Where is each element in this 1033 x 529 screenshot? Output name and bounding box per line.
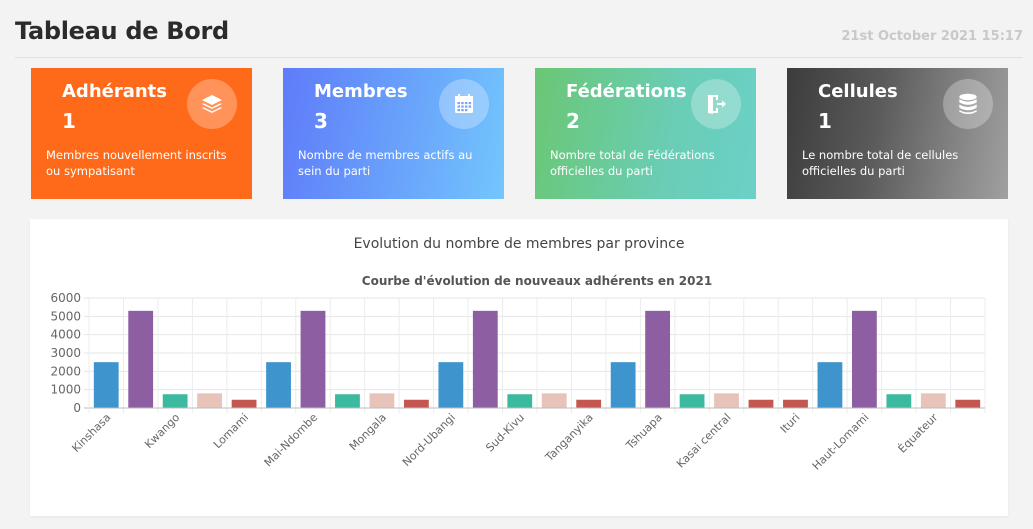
x-tick-label: Sud-Kivu	[483, 411, 527, 455]
bar	[851, 310, 877, 408]
x-tick-label: Mongala	[347, 411, 389, 453]
bar	[369, 393, 395, 408]
bar	[403, 399, 429, 408]
y-tick-label: 6000	[50, 291, 81, 305]
chart-title: Courbe d'évolution de nouveaux adhérents…	[362, 274, 712, 288]
card-federations[interactable]: Fédérations 2 Nombre total de Fédération…	[535, 68, 756, 199]
card-description: Le nombre total de cellules officielles …	[802, 148, 959, 178]
header-divider	[15, 57, 1023, 58]
bar	[472, 310, 498, 408]
header: Tableau de Bord 21st October 2021 15:17	[0, 0, 1033, 58]
x-tick-label: Tshuapa	[623, 411, 665, 453]
bar	[335, 394, 360, 408]
bar	[817, 362, 843, 408]
bar-chart: Courbe d'évolution de nouveaux adhérents…	[50, 274, 986, 473]
x-tick-label: Kasai central	[674, 411, 734, 471]
bar	[955, 399, 981, 408]
bar	[507, 394, 533, 408]
x-tick-label: Nord-Ubangi	[400, 411, 458, 469]
bar	[886, 394, 912, 408]
chart-panel: Evolution du nombre de membres par provi…	[30, 219, 1008, 516]
bar	[128, 310, 154, 408]
bar	[920, 393, 946, 408]
card-membres[interactable]: Membres 3 Nombre de membres actifs au se…	[283, 68, 504, 199]
bar	[438, 362, 464, 408]
card-description: Nombre de membres actifs au sein du part…	[298, 148, 473, 178]
card-description: Nombre total de Fédérations officielles …	[550, 148, 715, 178]
x-tick-label: Ituri	[778, 411, 803, 436]
bar	[266, 362, 291, 408]
card-title: Cellules	[818, 81, 898, 102]
card-title: Adhérants	[62, 81, 167, 102]
y-tick-label: 5000	[50, 309, 81, 323]
x-tick-label: Mai-Ndombe	[262, 411, 321, 470]
x-tick-label: Équateur	[896, 411, 941, 456]
datetime-label: 21st October 2021 15:17	[841, 29, 1023, 44]
page-title: Tableau de Bord	[15, 17, 229, 45]
x-tick-label: Kwango	[142, 411, 182, 451]
bar	[162, 394, 188, 408]
bar	[231, 399, 257, 408]
layers-icon	[187, 79, 237, 129]
x-tick-label: Kinshasa	[69, 411, 113, 455]
card-value: 2	[566, 109, 580, 133]
y-tick-label: 3000	[50, 346, 81, 360]
card-value: 1	[62, 109, 76, 133]
card-title: Fédérations	[566, 81, 687, 102]
x-tick-label: Haut-Lomami	[810, 411, 872, 473]
bar	[197, 393, 223, 408]
card-title: Membres	[314, 81, 408, 102]
card-value: 1	[818, 109, 832, 133]
bar	[93, 362, 119, 408]
bar	[783, 399, 808, 408]
bar	[714, 393, 739, 408]
card-cellules[interactable]: Cellules 1 Le nombre total de cellules o…	[787, 68, 1008, 199]
x-tick-label: Lomami	[211, 411, 251, 451]
y-tick-label: 4000	[50, 328, 81, 342]
exit-door-icon	[691, 79, 741, 129]
y-tick-label: 0	[73, 401, 81, 415]
x-tick-label: Tanganyika	[542, 411, 596, 465]
bar	[748, 399, 774, 408]
bar	[645, 310, 671, 408]
database-icon	[943, 79, 993, 129]
card-value: 3	[314, 109, 328, 133]
bar	[610, 362, 636, 408]
bar	[300, 310, 326, 408]
card-adherants[interactable]: Adhérants 1 Membres nouvellement inscrit…	[31, 68, 252, 199]
calendar-icon	[439, 79, 489, 129]
y-tick-label: 2000	[50, 364, 81, 378]
bar	[679, 394, 705, 408]
bar	[541, 393, 567, 408]
y-tick-label: 1000	[50, 383, 81, 397]
bar	[576, 399, 602, 408]
card-description: Membres nouvellement inscrits ou sympati…	[46, 148, 227, 178]
